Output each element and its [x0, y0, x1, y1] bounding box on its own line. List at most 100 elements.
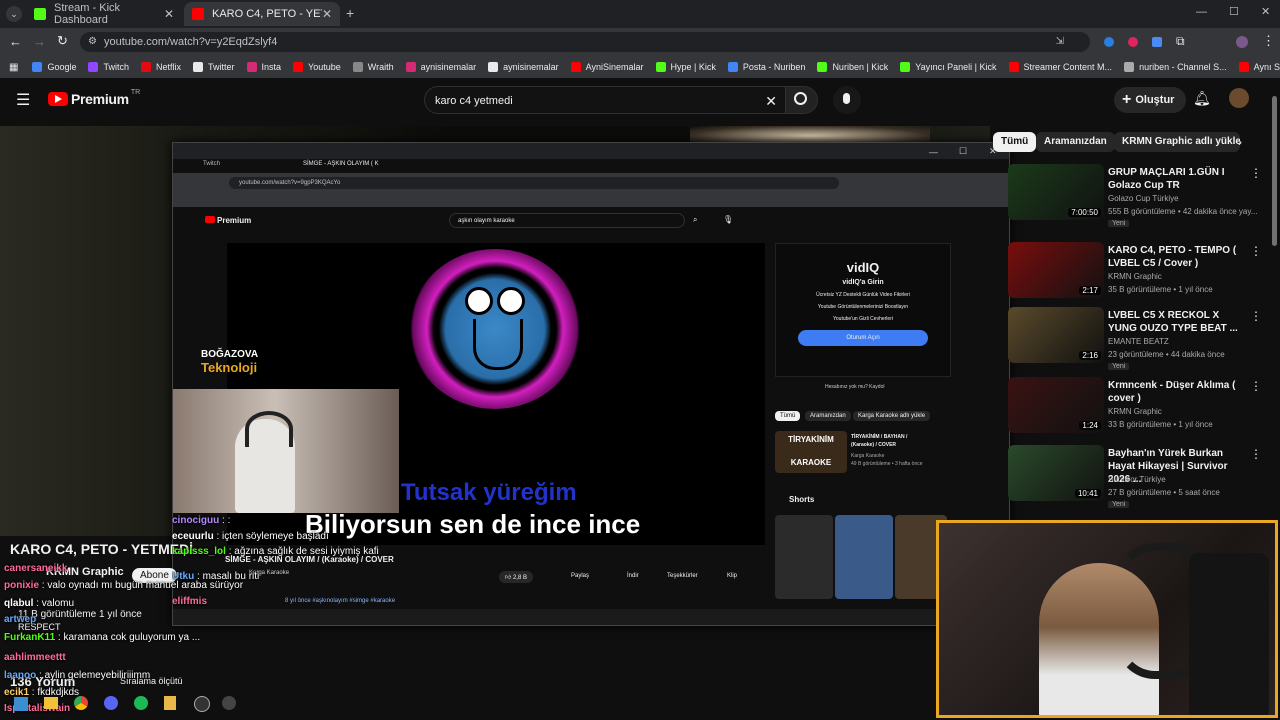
- related-title[interactable]: KARO C4, PETO - TEMPO ( LVBEL C5 / Cover…: [1108, 244, 1248, 270]
- chat-username[interactable]: cinociguu: [172, 515, 219, 526]
- install-icon[interactable]: ⇲: [1056, 32, 1064, 52]
- chat-username[interactable]: qlabul: [4, 598, 33, 609]
- spotify-icon[interactable]: [134, 696, 148, 710]
- search-input[interactable]: karo c4 yetmedi ✕: [424, 86, 786, 114]
- chat-username[interactable]: ponixie: [4, 580, 39, 591]
- bookmark-item[interactable]: Yayıncı Paneli | Kick: [900, 62, 997, 72]
- related-title[interactable]: GRUP MAÇLARI 1.GÜN I Golazo Cup TR: [1108, 166, 1248, 192]
- nested-tab-twitch[interactable]: Twitch: [203, 161, 220, 167]
- bookmark-item[interactable]: Twitch: [88, 62, 129, 72]
- short-thumb-1[interactable]: [775, 515, 833, 599]
- related-channel[interactable]: KRMN Graphic: [1108, 272, 1162, 281]
- nested-maximize-icon[interactable]: ☐: [959, 146, 967, 157]
- nested-mic-icon[interactable]: 🎙︎: [723, 215, 733, 224]
- close-icon[interactable]: ✕: [164, 7, 174, 21]
- nested-rec-thumb[interactable]: TİRYAKİNİM KARAOKE: [775, 431, 847, 473]
- nested-chip-all[interactable]: Tümü: [775, 411, 801, 421]
- close-window-icon[interactable]: ✕: [1261, 5, 1270, 18]
- ext-blue-icon[interactable]: [1104, 37, 1114, 47]
- profile-avatar[interactable]: [1236, 36, 1248, 48]
- bookmark-item[interactable]: Nuriben | Kick: [817, 62, 888, 72]
- create-button[interactable]: + Oluştur: [1114, 87, 1187, 113]
- bookmark-item[interactable]: Twitter: [193, 62, 235, 72]
- bookmark-item[interactable]: aynisinemalar: [488, 62, 559, 72]
- minimize-icon[interactable]: —: [1196, 6, 1207, 18]
- site-info-icon[interactable]: ⚙: [88, 32, 97, 52]
- new-tab-button[interactable]: +: [346, 5, 354, 21]
- obs-icon[interactable]: [194, 696, 210, 712]
- more-actions-icon[interactable]: ⋮: [1250, 244, 1262, 258]
- bookmark-item[interactable]: Netflix: [141, 62, 181, 72]
- nested-search-icon[interactable]: ⌕: [693, 215, 697, 225]
- youtube-logo[interactable]: Premium TR: [48, 89, 140, 107]
- nested-rec-title[interactable]: TİRYAKİNİM / BAYHAN / (Karaoke) / COVER: [851, 433, 931, 449]
- related-thumbnail[interactable]: 10:41: [1008, 445, 1104, 501]
- bookmark-item[interactable]: Posta - Nuriben: [727, 62, 805, 72]
- bookmark-item[interactable]: Wraith: [352, 62, 394, 72]
- scrollbar[interactable]: [1272, 96, 1277, 246]
- related-title[interactable]: LVBEL C5 X RECKOL X YUNG OUZO TYPE BEAT …: [1108, 309, 1248, 335]
- chip-from-search[interactable]: Aramanızdan: [1036, 132, 1115, 152]
- extensions-icon[interactable]: ⧉: [1176, 34, 1185, 49]
- file-explorer-icon[interactable]: [44, 697, 58, 709]
- short-thumb-2[interactable]: [835, 515, 893, 599]
- clear-search-icon[interactable]: ✕: [765, 87, 777, 115]
- more-actions-icon[interactable]: ⋮: [1250, 447, 1262, 461]
- related-channel[interactable]: KRMN Graphic: [1108, 407, 1162, 416]
- nested-yt-logo[interactable]: Premium: [205, 216, 251, 225]
- ext-shield-icon[interactable]: [1152, 37, 1162, 47]
- apps-icon[interactable]: ▦: [9, 62, 18, 73]
- tab-list-button[interactable]: ⌄: [6, 6, 22, 22]
- address-bar[interactable]: ⚙ youtube.com/watch?v=y2EqdZslyf4 ⇲: [80, 32, 1090, 52]
- related-title[interactable]: Krmncenk - Düşer Aklıma ( cover ): [1108, 379, 1248, 405]
- start-icon[interactable]: [14, 697, 28, 711]
- media-icon[interactable]: [222, 696, 236, 710]
- chat-username[interactable]: aahlimmeettt: [4, 652, 66, 663]
- more-actions-icon[interactable]: ⋮: [1250, 309, 1262, 323]
- chat-username[interactable]: FurkanK11: [4, 632, 55, 643]
- tab-youtube-video[interactable]: KARO C4, PETO - YETMEDİ ( LVE ✕: [184, 2, 340, 26]
- chat-username[interactable]: eliffmis: [172, 596, 207, 607]
- maximize-icon[interactable]: ☐: [1229, 5, 1239, 18]
- related-thumbnail[interactable]: 7:00:50: [1008, 164, 1104, 220]
- related-thumbnail[interactable]: 2:16: [1008, 307, 1104, 363]
- nested-clip-button[interactable]: Klip: [727, 573, 737, 579]
- bookmark-item[interactable]: Youtube: [293, 62, 341, 72]
- chat-username[interactable]: kapisss_lol: [172, 546, 226, 557]
- related-channel[interactable]: Golazo Cup Türkiye: [1108, 194, 1179, 203]
- close-icon[interactable]: ✕: [322, 7, 332, 21]
- nested-tab-youtube[interactable]: SİMGE - AŞKIN OLAYIM ( K: [303, 161, 379, 167]
- nested-thanks-button[interactable]: Teşekkürler: [667, 573, 698, 579]
- voice-search-button[interactable]: [833, 86, 861, 114]
- related-channel[interactable]: Survivor Türkiye: [1108, 475, 1166, 484]
- related-channel[interactable]: EMANTE BEATZ: [1108, 337, 1169, 346]
- related-thumbnail[interactable]: 2:17: [1008, 242, 1104, 298]
- chat-username[interactable]: laanoo: [4, 670, 36, 681]
- bookmark-item[interactable]: Insta: [246, 62, 281, 72]
- more-actions-icon[interactable]: ⋮: [1250, 379, 1262, 393]
- nested-share-button[interactable]: Paylaş: [571, 573, 589, 579]
- nested-download-button[interactable]: İndir: [627, 573, 639, 579]
- chrome-icon[interactable]: [74, 696, 88, 710]
- chat-username[interactable]: artwep: [4, 614, 36, 625]
- chat-username[interactable]: canersaneikk: [4, 563, 67, 574]
- forward-icon[interactable]: →: [33, 34, 46, 49]
- bookmark-item[interactable]: aynisinemalar: [405, 62, 476, 72]
- bookmark-item[interactable]: Google: [32, 62, 76, 72]
- chip-all[interactable]: Tümü: [993, 132, 1037, 152]
- tab-kick-dashboard[interactable]: Stream - Kick Dashboard ✕: [26, 2, 182, 26]
- notifications-bell-icon[interactable]: 🔔︎: [1193, 90, 1211, 107]
- chevron-right-icon[interactable]: ›: [1238, 135, 1242, 149]
- search-button[interactable]: [786, 86, 818, 114]
- nested-minimize-icon[interactable]: —: [929, 147, 938, 157]
- bookmark-item[interactable]: Aynı Sinemalar - Ça...: [1238, 62, 1280, 72]
- bookmark-item[interactable]: AyniSinemalar: [570, 62, 644, 72]
- discord-icon[interactable]: [104, 696, 118, 710]
- bookmark-item[interactable]: Hype | Kick: [655, 62, 716, 72]
- more-actions-icon[interactable]: ⋮: [1250, 166, 1262, 180]
- nested-url[interactable]: youtube.com/watch?v=9gpP3KQAcYo: [229, 177, 839, 189]
- bookmark-item[interactable]: Streamer Content M...: [1008, 62, 1112, 72]
- related-thumbnail[interactable]: 1:24: [1008, 377, 1104, 433]
- chip-channel[interactable]: KRMN Graphic adlı yükle: [1114, 132, 1240, 152]
- account-avatar[interactable]: [1229, 88, 1249, 108]
